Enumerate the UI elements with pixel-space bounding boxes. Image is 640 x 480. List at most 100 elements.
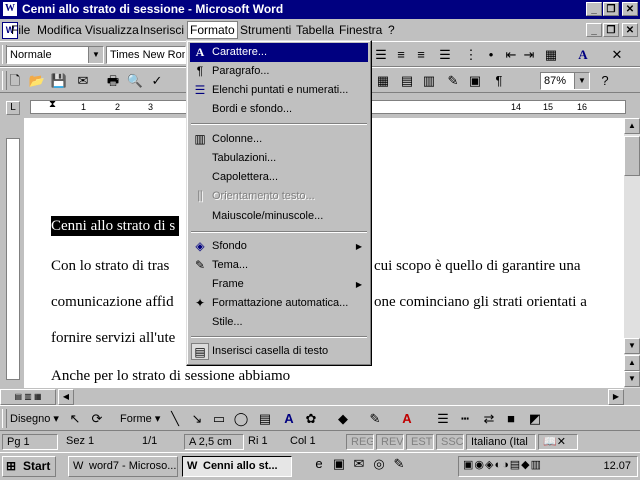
select-arrow-icon[interactable]: ↖: [66, 410, 84, 428]
menu-item-stile[interactable]: Stile...: [190, 313, 368, 332]
paragraph-line[interactable]: comunicazione affid: [51, 294, 174, 311]
task-button-cenni[interactable]: W Cenni allo st...: [182, 456, 292, 477]
help-icon[interactable]: ?: [596, 72, 614, 90]
show-hide-icon[interactable]: ¶: [490, 72, 508, 90]
rectangle-icon[interactable]: ▭: [210, 410, 228, 428]
dash-style-icon[interactable]: ┅: [456, 410, 474, 428]
doc-minimize-button[interactable]: _: [586, 23, 602, 37]
scroll-left-button[interactable]: ◀: [58, 389, 74, 405]
paragraph-line[interactable]: Anche per lo strato di sessione abbiamo: [51, 368, 290, 385]
textbox-icon[interactable]: ▤: [256, 410, 274, 428]
vertical-scrollbar[interactable]: ▲ ▼ ▲ ▼: [624, 118, 640, 388]
word-app-icon[interactable]: W: [3, 2, 17, 16]
paragraph-line[interactable]: one cominciano gli strati orientati a: [374, 294, 587, 311]
paragraph-line[interactable]: fornire servizi all'ute: [51, 330, 175, 347]
align-center-icon[interactable]: ≡: [392, 46, 410, 64]
menu-help[interactable]: ?: [388, 23, 395, 37]
menu-tabella[interactable]: Tabella: [296, 23, 334, 37]
menu-item-paragrafo[interactable]: ¶ Paragrafo...: [190, 62, 368, 81]
insert-excel-icon[interactable]: ▤: [398, 72, 416, 90]
scroll-thumb[interactable]: [624, 136, 640, 176]
menu-item-elenchi[interactable]: ☰ Elenchi puntati e numerati...: [190, 81, 368, 100]
menu-item-bordi[interactable]: Bordi e sfondo...: [190, 100, 368, 119]
scroll-down-button[interactable]: ▼: [624, 338, 640, 354]
internet-explorer-icon[interactable]: e: [310, 455, 328, 473]
spelling-status-icon[interactable]: 📖✕: [538, 434, 578, 450]
previous-page-button[interactable]: ▲: [624, 355, 640, 371]
menu-item-tema[interactable]: ✎ Tema...: [190, 256, 368, 275]
menu-item-frame[interactable]: Frame ▶: [190, 275, 368, 294]
tab-selector-icon[interactable]: L: [6, 101, 20, 115]
decrease-indent-icon[interactable]: ⇤: [502, 46, 520, 64]
menu-item-colonne[interactable]: ▥ Colonne...: [190, 130, 368, 149]
status-ovr[interactable]: SSC: [436, 434, 464, 450]
document-map-icon[interactable]: ▣: [466, 72, 484, 90]
line-color-icon[interactable]: ✎: [366, 410, 384, 428]
view-buttons[interactable]: ▤ ▥ ▦: [0, 389, 56, 405]
numbering-icon[interactable]: ⋮: [462, 46, 480, 64]
menu-item-carattere[interactable]: A Carattere...: [190, 43, 368, 62]
justify-icon[interactable]: ☰: [436, 46, 454, 64]
columns-icon[interactable]: ▥: [420, 72, 438, 90]
toolbar-grip[interactable]: [2, 409, 7, 428]
menu-formato[interactable]: Formato: [187, 21, 238, 39]
indent-marker-icon[interactable]: ⧗: [49, 101, 56, 110]
close-button[interactable]: ✕: [622, 2, 638, 16]
align-center-icon[interactable]: ☰: [372, 46, 390, 64]
clipart-icon[interactable]: ✿: [302, 410, 320, 428]
spelling-icon[interactable]: ✓: [148, 72, 166, 90]
email-icon[interactable]: ✉: [74, 72, 92, 90]
vertical-ruler-strip[interactable]: [6, 138, 20, 380]
minimize-button[interactable]: _: [586, 2, 602, 16]
bullets-icon[interactable]: •: [482, 46, 500, 64]
draw-menu-button[interactable]: Disegno ▾: [10, 412, 59, 425]
next-page-button[interactable]: ▼: [624, 371, 640, 387]
arrow-icon[interactable]: ↘: [188, 410, 206, 428]
line-style-icon[interactable]: ☰: [434, 410, 452, 428]
menu-inserisci[interactable]: Inserisci: [140, 23, 184, 37]
outlook-icon[interactable]: ✉: [350, 455, 368, 473]
channels-icon[interactable]: ◎: [370, 455, 388, 473]
wordart-icon[interactable]: A: [280, 410, 298, 428]
font-color-icon[interactable]: A: [574, 46, 592, 64]
status-rec[interactable]: REG: [346, 434, 374, 450]
increase-indent-icon[interactable]: ⇥: [520, 46, 538, 64]
menu-item-inserisci-casella[interactable]: ▤ Inserisci casella di testo: [190, 342, 368, 361]
print-icon[interactable]: 🖶: [104, 72, 122, 90]
chevron-down-icon[interactable]: ▼: [88, 47, 103, 63]
open-folder-icon[interactable]: 📂: [28, 72, 46, 90]
3d-icon[interactable]: ◩: [526, 410, 544, 428]
tray-icons[interactable]: ▣◉◈◐◑▤◆▥: [463, 458, 542, 471]
align-right-icon[interactable]: ≡: [412, 46, 430, 64]
restore-button[interactable]: ❐: [603, 2, 619, 16]
border-icon[interactable]: ▦: [542, 46, 560, 64]
menu-modifica[interactable]: Modifica: [37, 23, 82, 37]
paragraph-line[interactable]: cui scopo è quello di garantire una: [374, 258, 581, 275]
desktop-icon[interactable]: ▣: [330, 455, 348, 473]
doc-close-button[interactable]: ✕: [622, 23, 638, 37]
style-combo[interactable]: Normale ▼: [6, 46, 104, 64]
scroll-up-button[interactable]: ▲: [624, 118, 640, 134]
task-button-word7[interactable]: W word7 - Microso...: [68, 456, 178, 477]
drawing-icon[interactable]: ✎: [444, 72, 462, 90]
start-button[interactable]: ⊞ Start: [2, 456, 56, 477]
arrow-style-icon[interactable]: ⇄: [480, 410, 498, 428]
shadow-icon[interactable]: ■: [502, 410, 520, 428]
menu-finestra[interactable]: Finestra: [339, 23, 382, 37]
heading-line[interactable]: Cenni allo strato di s: [51, 216, 180, 236]
menu-item-sfondo[interactable]: ◈ Sfondo ▶: [190, 237, 368, 256]
print-preview-icon[interactable]: 🔍: [126, 72, 144, 90]
paragraph-line[interactable]: Con lo strato di tras: [51, 258, 169, 275]
horizontal-scrollbar[interactable]: ▤ ▥ ▦ ◀ ▶: [0, 388, 640, 406]
insert-table-icon[interactable]: ▦: [374, 72, 392, 90]
font-combo[interactable]: Times New Rom: [106, 46, 186, 64]
menu-visualizza[interactable]: Visualizza: [85, 23, 139, 37]
fill-color-icon[interactable]: ◆: [334, 410, 352, 428]
font-color-icon[interactable]: A: [398, 410, 416, 428]
scroll-right-button[interactable]: ▶: [608, 389, 624, 405]
menu-item-maiuscole[interactable]: Maiuscole/minuscole...: [190, 207, 368, 226]
title-bar[interactable]: W Cenni allo strato di sessione - Micros…: [0, 0, 640, 19]
status-ext[interactable]: EST: [406, 434, 434, 450]
menu-strumenti[interactable]: Strumenti: [240, 23, 291, 37]
doc-restore-button[interactable]: ❐: [603, 23, 619, 37]
